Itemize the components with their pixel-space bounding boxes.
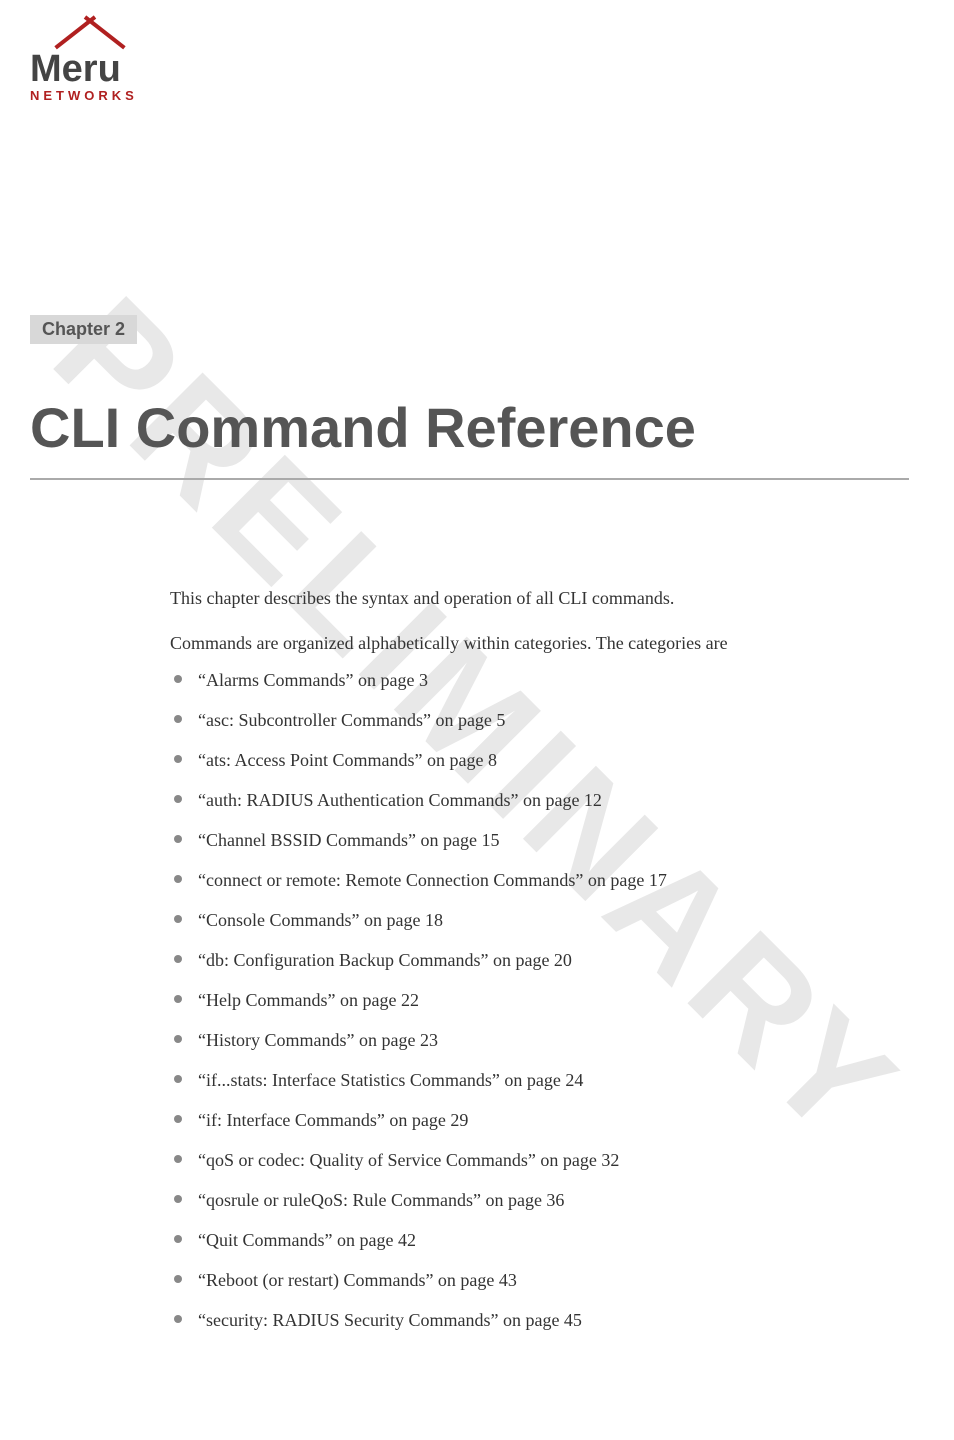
- brand-logo: Meru NETWORKS: [30, 15, 138, 103]
- category-list: “Alarms Commands” on page 3 “asc: Subcon…: [170, 667, 904, 1334]
- logo-name: Meru: [30, 50, 138, 88]
- list-item: “ats: Access Point Commands” on page 8: [170, 747, 904, 774]
- list-item: “if: Interface Commands” on page 29: [170, 1107, 904, 1134]
- logo-subtext: NETWORKS: [30, 88, 138, 103]
- title-rule: [30, 478, 909, 480]
- list-item: “Help Commands” on page 22: [170, 987, 904, 1014]
- logo-roof-icon: [45, 15, 135, 50]
- list-item: “Reboot (or restart) Commands” on page 4…: [170, 1267, 904, 1294]
- list-item: “qosrule or ruleQoS: Rule Commands” on p…: [170, 1187, 904, 1214]
- list-item: “connect or remote: Remote Connection Co…: [170, 867, 904, 894]
- list-item: “Alarms Commands” on page 3: [170, 667, 904, 694]
- intro-paragraph-2: Commands are organized alphabetically wi…: [170, 630, 904, 657]
- list-item: “asc: Subcontroller Commands” on page 5: [170, 707, 904, 734]
- list-item: “Channel BSSID Commands” on page 15: [170, 827, 904, 854]
- list-item: “security: RADIUS Security Commands” on …: [170, 1307, 904, 1334]
- list-item: “auth: RADIUS Authentication Commands” o…: [170, 787, 904, 814]
- list-item: “History Commands” on page 23: [170, 1027, 904, 1054]
- intro-paragraph-1: This chapter describes the syntax and op…: [170, 585, 904, 612]
- body-content: This chapter describes the syntax and op…: [170, 585, 904, 1347]
- list-item: “db: Configuration Backup Commands” on p…: [170, 947, 904, 974]
- page-title: CLI Command Reference: [30, 395, 696, 460]
- list-item: “Console Commands” on page 18: [170, 907, 904, 934]
- list-item: “qoS or codec: Quality of Service Comman…: [170, 1147, 904, 1174]
- list-item: “if...stats: Interface Statistics Comman…: [170, 1067, 904, 1094]
- chapter-label: Chapter 2: [30, 315, 137, 344]
- list-item: “Quit Commands” on page 42: [170, 1227, 904, 1254]
